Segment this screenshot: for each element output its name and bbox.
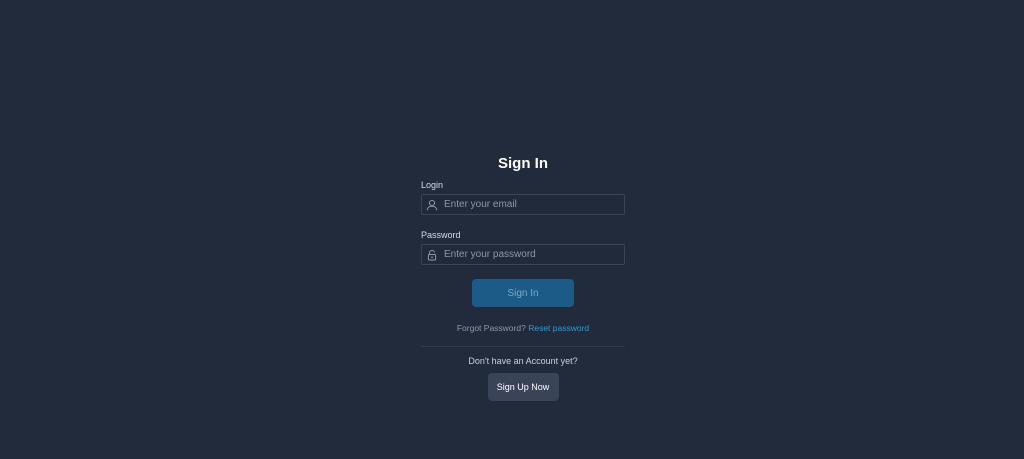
sign-up-button[interactable]: Sign Up Now — [487, 373, 559, 401]
password-input[interactable] — [441, 245, 619, 264]
lock-icon — [423, 245, 441, 264]
login-field[interactable] — [421, 194, 625, 215]
divider — [421, 346, 625, 347]
password-field[interactable] — [421, 244, 625, 265]
password-group: Password — [421, 229, 625, 265]
reset-password-link[interactable]: Reset password — [528, 323, 589, 333]
password-label: Password — [421, 230, 461, 240]
sign-in-card: Sign In Login Password — [421, 150, 625, 401]
login-group: Login — [421, 179, 625, 215]
email-input[interactable] — [441, 195, 619, 214]
forgot-password-row: Forgot Password? Reset password — [421, 322, 625, 334]
login-label: Login — [421, 180, 444, 190]
login-page: Sign In Login Password — [0, 0, 1024, 459]
forgot-password-text: Forgot Password? — [456, 323, 526, 333]
no-account-text: Don't have an Account yet? — [468, 356, 578, 366]
sign-in-button[interactable]: Sign In — [472, 279, 574, 307]
user-icon — [423, 195, 441, 214]
page-title: Sign In — [498, 155, 548, 172]
